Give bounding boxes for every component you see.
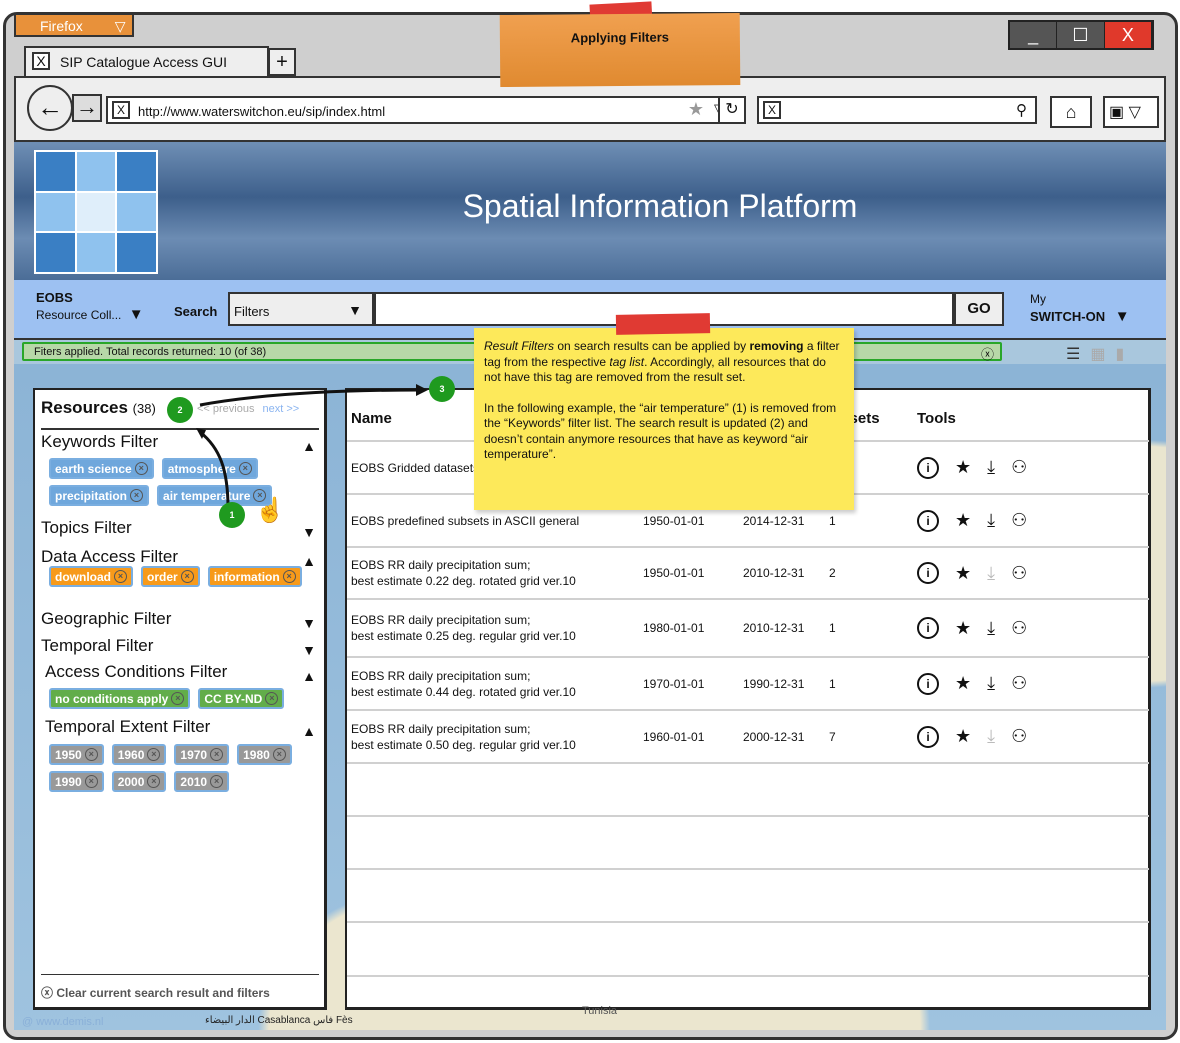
map-country-label: Tunisia (582, 1005, 618, 1017)
map-credit: @ www.demis.nl (22, 1016, 104, 1028)
step-badge-1: 1 (219, 502, 245, 528)
arrowhead-2 (416, 384, 428, 396)
step-badge-3: 3 (429, 376, 455, 402)
arrow-2 (199, 388, 421, 407)
step-badge-2: 2 (167, 397, 193, 423)
arrow-1 (199, 430, 230, 509)
annotation-arrows (196, 384, 428, 509)
map-labels: الدار البيضاء Casablanca فاس Fès (205, 1015, 353, 1026)
hand-cursor-icon: ☝ (255, 497, 285, 524)
